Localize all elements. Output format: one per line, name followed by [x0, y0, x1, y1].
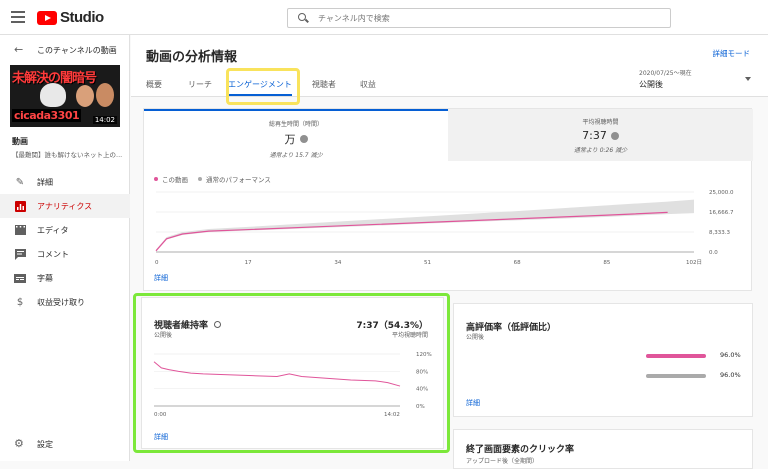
sidebar-item-label: 字幕: [37, 273, 53, 283]
watch-time-chart: 0.0 8,333.3 16,666.7 25,000.0 0 17 34 51 68 85 102…: [155, 190, 734, 266]
studio-logo[interactable]: Studio: [37, 9, 104, 26]
gear-icon: ⚙: [14, 437, 24, 450]
youtube-logo-icon: [37, 10, 57, 25]
advanced-mode-link[interactable]: 詳細モード: [713, 48, 751, 59]
date-range-label: 2020/07/25～現在: [639, 70, 692, 77]
metric-label: 総再生時間（時間）: [268, 121, 323, 128]
date-range-value[interactable]: 公開後: [639, 79, 663, 90]
typical-like-ratio-value: 96.0%: [720, 371, 741, 379]
subtitles-icon: [14, 272, 26, 284]
x-tick-label: 51: [424, 260, 431, 266]
endscreen-card: 終了画面要素のクリック率 アップロード後（全期間）: [453, 429, 753, 469]
watch-time-card: 総再生時間（時間） 万 通常より 15.7 減少 平均視聴時間 7:37 通常よ…: [143, 108, 753, 291]
analytics-icon: [14, 200, 26, 212]
pencil-icon: ✎: [15, 176, 25, 188]
y-tick-label: 0.0: [709, 250, 718, 256]
sidebar-item-label: 収益受け取り: [37, 297, 85, 307]
metric-value-text: 万: [284, 133, 296, 146]
y-tick-label: 16,666.7: [709, 210, 734, 216]
analytics-header: 動画の分析情報 詳細モード 概要 リーチ エンゲージメント 視聴者 収益 202…: [131, 35, 768, 105]
metric-label: 平均視聴時間: [582, 119, 619, 126]
x-tick-label: 102日: [686, 259, 702, 266]
sidebar-item-details[interactable]: ✎ 詳細: [0, 170, 130, 194]
sidebar-item-monetization[interactable]: $ 収益受け取り: [0, 290, 130, 314]
search-icon: [298, 13, 308, 23]
like-ratio-card: 高評価率（低評価比） 公開後 96.0% 96.0% 詳細: [453, 303, 753, 417]
metric-tab-watch-time[interactable]: 総再生時間（時間） 万 通常より 15.7 減少: [144, 109, 448, 161]
info-icon[interactable]: [610, 131, 619, 140]
y-tick-label: 8,333.3: [709, 230, 730, 236]
like-ratio-details-link[interactable]: 詳細: [466, 398, 480, 408]
film-icon: [14, 224, 26, 236]
like-ratio-subtitle: 公開後: [466, 334, 485, 341]
tab-audience[interactable]: 視聴者: [312, 79, 360, 96]
menu-icon[interactable]: [11, 11, 25, 23]
chart-legend: この動画 通常のパフォーマンス: [154, 174, 281, 184]
video-title: 動画: [12, 137, 28, 146]
legend-dot: [154, 177, 158, 181]
legend-typical: 通常のパフォーマンス: [198, 174, 271, 184]
sidebar-item-label: エディタ: [37, 225, 69, 235]
metric-tab-avg-duration[interactable]: 平均視聴時間 7:37 通常より 0:26 減少: [448, 109, 753, 161]
legend-this-video: この動画: [154, 174, 188, 184]
cicada-image: [40, 83, 66, 107]
sidebar: ← このチャンネルの動画 未解決の闇暗号 cicada3301 14:02 動画…: [0, 35, 130, 461]
dropdown-arrow-icon[interactable]: [745, 77, 751, 81]
details-link[interactable]: 詳細: [154, 273, 168, 283]
comment-icon: [14, 248, 26, 260]
video-subtitle: 【最難関】誰も解けないネット上の...: [12, 151, 123, 159]
tab-revenue[interactable]: 収益: [360, 79, 376, 96]
settings-label: 設定: [37, 440, 53, 449]
metric-value: 万: [144, 131, 448, 147]
x-tick-label: 68: [514, 260, 521, 266]
video-thumbnail[interactable]: 未解決の闇暗号 cicada3301 14:02: [10, 65, 120, 127]
dollar-icon: $: [16, 296, 24, 308]
typical-performance-band: [156, 199, 694, 252]
back-arrow-icon: ←: [14, 43, 24, 56]
legend-label: この動画: [162, 176, 188, 184]
engagement-tab-highlight: [226, 68, 300, 105]
x-tick-label: 17: [245, 260, 252, 266]
back-to-channel-videos[interactable]: ← このチャンネルの動画: [0, 43, 130, 57]
x-tick-label: 0: [155, 260, 159, 266]
x-tick-label: 85: [603, 260, 610, 266]
tab-reach[interactable]: リーチ: [188, 79, 228, 96]
metric-compare: 通常より 15.7 減少: [269, 152, 323, 159]
y-tick-label: 25,000.0: [709, 190, 734, 196]
like-ratio-value: 96.0%: [720, 351, 741, 359]
sidebar-item-editor[interactable]: エディタ: [0, 218, 130, 242]
sidebar-item-subtitles[interactable]: 字幕: [0, 266, 130, 290]
sidebar-item-label: コメント: [37, 249, 69, 259]
tab-overview[interactable]: 概要: [146, 79, 188, 96]
metric-compare: 通常より 0:26 減少: [573, 147, 628, 154]
retention-card-highlight: [133, 293, 450, 453]
sidebar-item-comments[interactable]: コメント: [0, 242, 130, 266]
page-title: 動画の分析情報: [146, 50, 238, 65]
typical-like-ratio-bar: [646, 374, 706, 378]
legend-dot: [198, 177, 202, 181]
sidebar-item-label: アナリティクス: [37, 201, 93, 211]
info-icon[interactable]: [299, 135, 308, 143]
search-box[interactable]: [287, 8, 671, 28]
back-label: このチャンネルの動画: [37, 46, 117, 55]
legend-label: 通常のパフォーマンス: [206, 176, 271, 184]
sidebar-item-settings[interactable]: ⚙ 設定: [0, 435, 130, 455]
person-image-2: [96, 83, 114, 107]
person-image-1: [76, 85, 94, 107]
metric-value-text: 7:37: [582, 129, 607, 142]
search-input[interactable]: [318, 13, 618, 23]
like-ratio-bar: [646, 354, 706, 358]
x-tick-label: 34: [334, 260, 341, 266]
sidebar-nav: ✎ 詳細 アナリティクス エディタ コメント 字幕 $ 収益受け取り: [0, 170, 130, 314]
sidebar-item-label: 詳細: [37, 177, 53, 187]
top-bar: Studio: [0, 0, 768, 35]
logo-text: Studio: [60, 9, 104, 26]
video-duration: 14:02: [92, 116, 117, 124]
main-content: 動画の分析情報 詳細モード 概要 リーチ エンゲージメント 視聴者 収益 202…: [131, 35, 768, 469]
thumbnail-channel-text: cicada3301: [12, 109, 82, 122]
sidebar-item-analytics[interactable]: アナリティクス: [0, 194, 130, 218]
endscreen-title: 終了画面要素のクリック率: [466, 445, 575, 455]
metric-value: 7:37: [448, 129, 753, 142]
